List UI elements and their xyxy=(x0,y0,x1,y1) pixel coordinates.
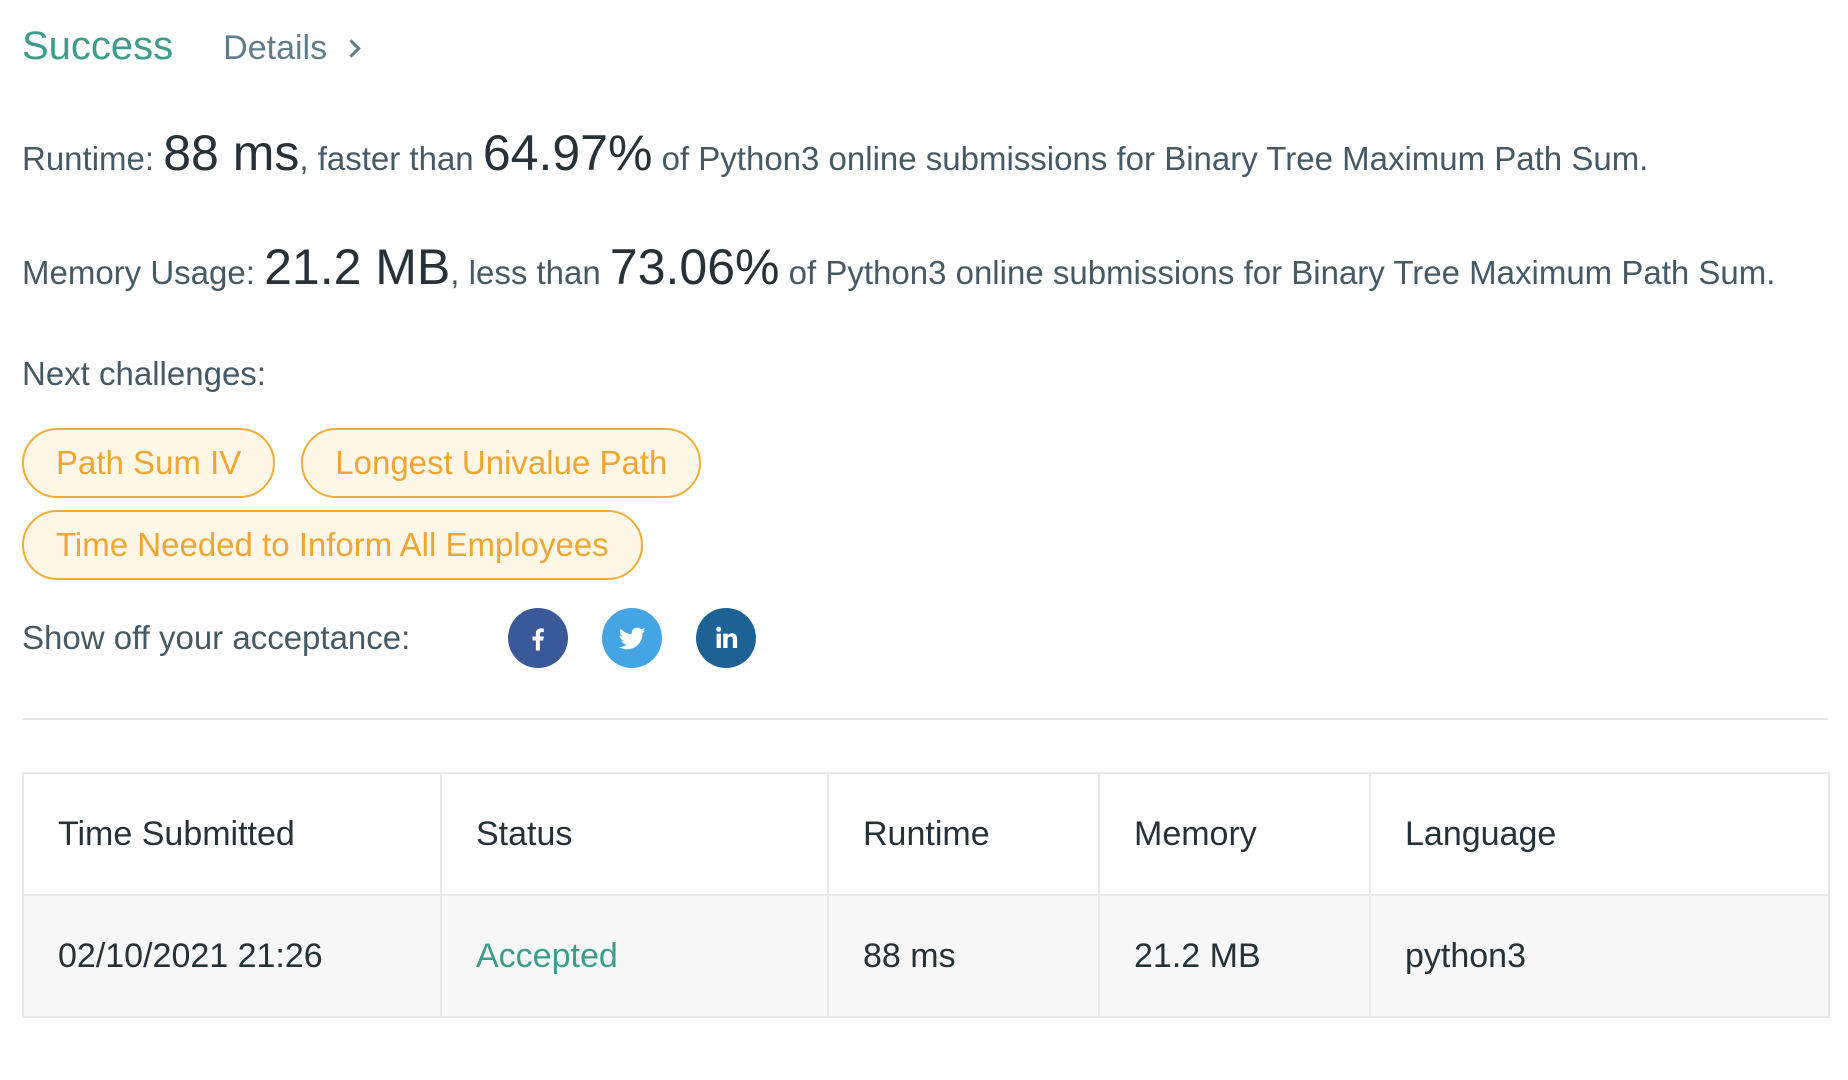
column-header-language[interactable]: Language xyxy=(1369,772,1830,896)
cell-status-accepted-link[interactable]: Accepted xyxy=(440,894,829,1018)
memory-stat: Memory Usage: 21.2 MB, less than 73.06% … xyxy=(22,240,1826,300)
column-header-status[interactable]: Status xyxy=(440,772,829,896)
twitter-share-button[interactable] xyxy=(602,608,662,668)
runtime-suffix: of Python3 online submissions for Binary… xyxy=(652,140,1649,177)
table-row: 02/10/2021 21:26 Accepted 88 ms 21.2 MB … xyxy=(22,894,1830,1018)
runtime-percent: 64.97% xyxy=(482,125,653,181)
challenge-chip[interactable]: Time Needed to Inform All Employees xyxy=(22,510,643,580)
share-label: Show off your acceptance: xyxy=(22,619,411,656)
chevron-right-icon xyxy=(342,39,361,58)
runtime-value: 88 ms xyxy=(163,125,300,181)
runtime-mid: , faster than xyxy=(299,140,483,177)
memory-mid: , less than xyxy=(450,254,610,291)
challenge-chip[interactable]: Longest Univalue Path xyxy=(301,428,702,498)
cell-language: python3 xyxy=(1369,894,1830,1018)
result-status-title: Success xyxy=(22,24,174,68)
facebook-share-button[interactable] xyxy=(508,608,568,668)
section-divider xyxy=(22,718,1828,720)
facebook-icon xyxy=(532,628,544,651)
next-challenges-list: Path Sum IV Longest Univalue Path Time N… xyxy=(22,428,782,580)
memory-value: 21.2 MB xyxy=(264,239,451,295)
cell-time-submitted: 02/10/2021 21:26 xyxy=(22,894,442,1018)
twitter-icon xyxy=(618,627,646,650)
details-link[interactable]: Details xyxy=(223,24,361,72)
linkedin-share-button[interactable] xyxy=(696,608,756,668)
memory-suffix: of Python3 online submissions for Binary… xyxy=(779,254,1776,291)
cell-runtime: 88 ms xyxy=(827,894,1100,1018)
column-header-time-submitted[interactable]: Time Submitted xyxy=(22,772,442,896)
table-header-row: Time Submitted Status Runtime Memory Lan… xyxy=(22,772,1830,896)
result-header: Success Details xyxy=(22,22,1826,70)
submission-result-page: Success Details Runtime: 88 ms, faster t… xyxy=(0,0,1848,1080)
column-header-runtime[interactable]: Runtime xyxy=(827,772,1100,896)
memory-label: Memory Usage: xyxy=(22,254,265,291)
linkedin-icon xyxy=(716,626,738,648)
submissions-table: Time Submitted Status Runtime Memory Lan… xyxy=(22,772,1830,1018)
next-challenges-label: Next challenges: xyxy=(22,355,266,392)
column-header-memory[interactable]: Memory xyxy=(1098,772,1371,896)
runtime-stat: Runtime: 88 ms, faster than 64.97% of Py… xyxy=(22,126,1826,186)
details-label: Details xyxy=(223,29,328,67)
cell-memory: 21.2 MB xyxy=(1098,894,1371,1018)
runtime-label: Runtime: xyxy=(22,140,164,177)
memory-percent: 73.06% xyxy=(609,239,780,295)
challenge-chip[interactable]: Path Sum IV xyxy=(22,428,276,498)
share-row: Show off your acceptance: xyxy=(22,608,1826,668)
